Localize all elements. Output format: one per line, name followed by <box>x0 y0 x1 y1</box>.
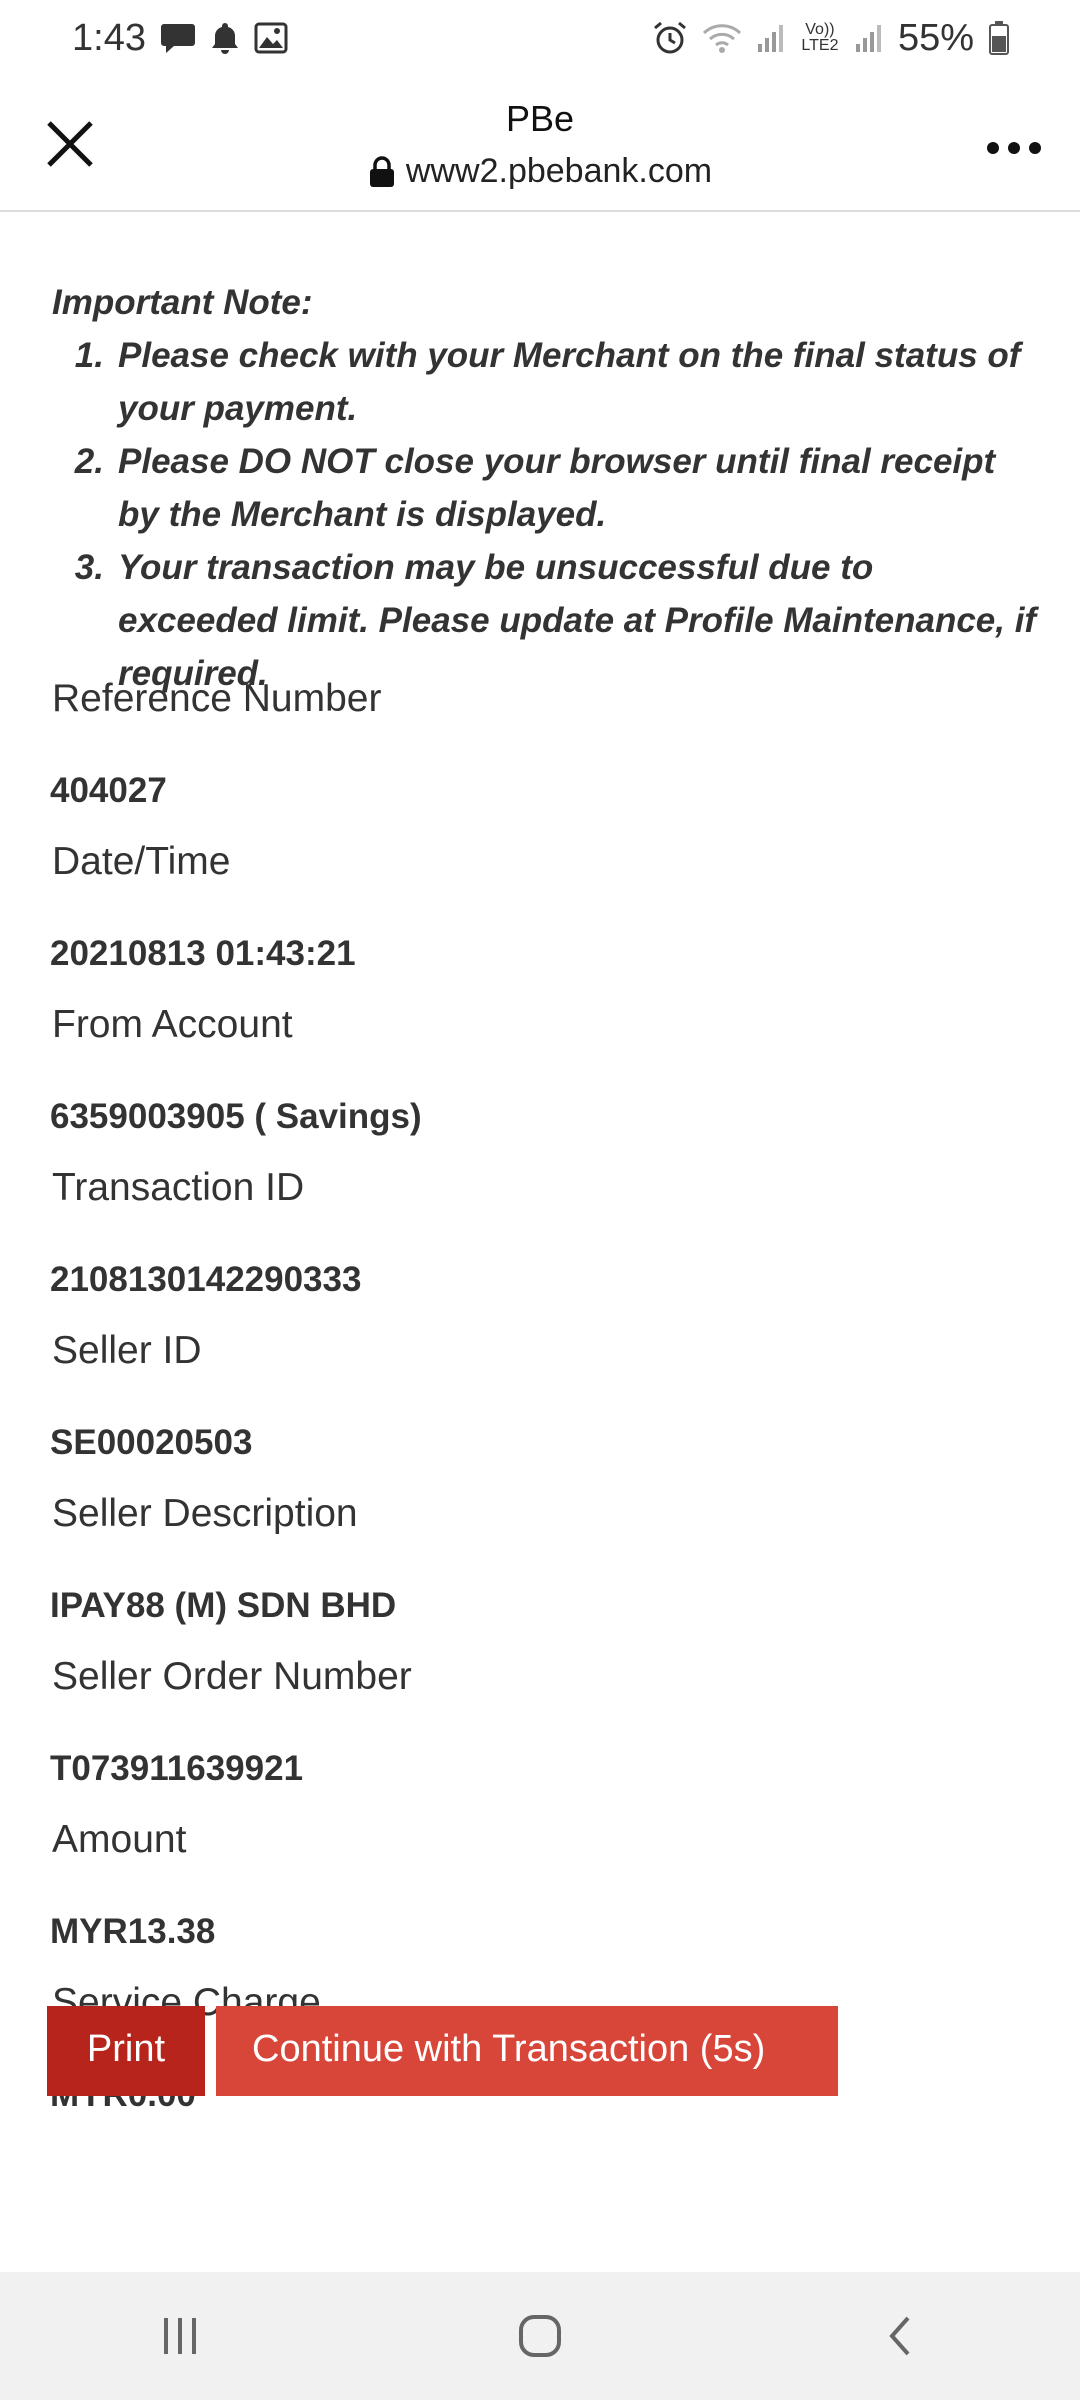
battery-percent: 55% <box>897 16 974 59</box>
page-title: PBe <box>505 98 575 139</box>
note-number: 1. <box>74 336 104 375</box>
status-right: Vo)) LTE2 55% <box>652 17 1010 60</box>
home-button[interactable] <box>480 2296 600 2376</box>
field-label: Reference Number <box>52 677 382 720</box>
field-value: MYR13.38 <box>50 1912 216 1951</box>
field-seller-description: Seller Description IPAY88 (M) SDN BHD <box>50 1481 1030 1644</box>
message-icon <box>160 21 196 55</box>
system-nav-bar <box>0 2272 1080 2400</box>
note-item: 2. Please DO NOT close your browser unti… <box>52 435 1042 541</box>
print-button[interactable]: Print <box>47 2006 205 2096</box>
back-button[interactable] <box>840 2296 960 2376</box>
note-text: Please check with your Merchant on the f… <box>118 336 1021 428</box>
more-menu-icon <box>987 142 1041 154</box>
receipt-fields: Reference Number 404027 Date/Time 202108… <box>50 666 1030 2133</box>
field-label: Amount <box>52 1818 187 1861</box>
field-amount: Amount MYR13.38 <box>50 1807 1030 1970</box>
field-value: IPAY88 (M) SDN BHD <box>50 1586 397 1625</box>
note-number: 2. <box>74 442 104 481</box>
network-type: Vo)) LTE2 <box>801 21 839 54</box>
image-icon <box>254 22 288 54</box>
field-value: 20210813 01:43:21 <box>50 934 356 973</box>
field-label: From Account <box>52 1003 293 1046</box>
field-seller-id: Seller ID SE00020503 <box>50 1318 1030 1481</box>
back-icon <box>889 2316 910 2356</box>
page-content: Important Note: 1. Please check with you… <box>0 214 1080 2272</box>
status-bar: 1:43 Vo)) LTE2 55% <box>0 0 1080 76</box>
alarm-icon <box>652 20 688 56</box>
url-row[interactable]: www2.pbebank.com <box>368 152 712 191</box>
note-list: 1. Please check with your Merchant on th… <box>52 329 1042 700</box>
title-wrap: PBe www2.pbebank.com <box>0 98 1080 193</box>
field-value: SE00020503 <box>50 1423 253 1462</box>
recent-apps-button[interactable] <box>120 2296 240 2376</box>
field-value: 2108130142290333 <box>50 1260 362 1299</box>
field-date-time: Date/Time 20210813 01:43:21 <box>50 829 1030 992</box>
more-menu-button[interactable] <box>984 128 1044 168</box>
field-value: T073911639921 <box>50 1749 304 1788</box>
signal-icon <box>756 22 786 54</box>
field-transaction-id: Transaction ID 2108130142290333 <box>50 1155 1030 1318</box>
battery-icon <box>988 20 1010 56</box>
field-label: Date/Time <box>52 840 231 883</box>
continue-transaction-button[interactable]: Continue with Transaction (5s) <box>216 2006 838 2096</box>
important-note: Important Note: 1. Please check with you… <box>52 276 1042 700</box>
field-label: Seller Order Number <box>52 1655 412 1698</box>
home-icon <box>519 2315 561 2357</box>
field-seller-order-number: Seller Order Number T073911639921 <box>50 1644 1030 1807</box>
wifi-icon <box>702 21 742 55</box>
field-value: 6359003905 ( Savings) <box>50 1097 422 1136</box>
notification-bell-icon <box>210 21 240 55</box>
status-time: 1:43 <box>72 16 146 59</box>
field-label: Seller ID <box>52 1329 202 1372</box>
note-item: 1. Please check with your Merchant on th… <box>52 329 1042 435</box>
screen: 1:43 Vo)) LTE2 55% PBe www2.pbebank.com … <box>0 0 1080 2400</box>
url-text: www2.pbebank.com <box>405 152 713 190</box>
lock-icon <box>369 155 394 187</box>
recent-apps-icon <box>164 2318 196 2354</box>
status-left: 1:43 <box>72 17 288 60</box>
note-heading: Important Note: <box>52 283 313 322</box>
browser-header: PBe www2.pbebank.com <box>0 76 1080 212</box>
signal-2-icon <box>854 22 884 54</box>
note-text: Please DO NOT close your browser until f… <box>118 442 996 534</box>
field-label: Transaction ID <box>52 1166 305 1209</box>
field-value: 404027 <box>50 771 167 810</box>
field-reference-number: Reference Number 404027 <box>50 666 1030 829</box>
field-label: Seller Description <box>52 1492 358 1535</box>
field-from-account: From Account 6359003905 ( Savings) <box>50 992 1030 1155</box>
